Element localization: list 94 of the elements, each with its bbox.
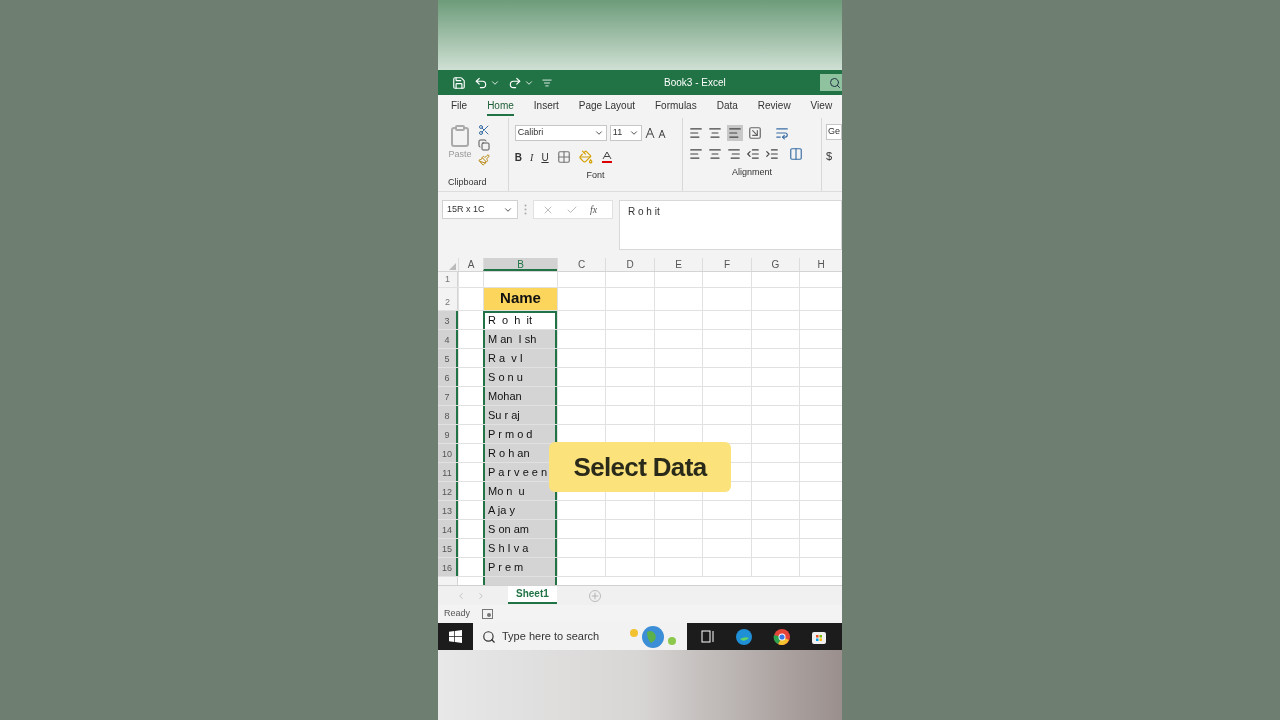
- accessibility-icon[interactable]: [482, 609, 493, 619]
- table-cell: Mo n u: [483, 482, 557, 500]
- globe-icon: [628, 624, 678, 649]
- align-right-icon[interactable]: [727, 147, 741, 161]
- table-cell: P r e m: [483, 558, 557, 576]
- ribbon-tab[interactable]: File: [451, 97, 468, 116]
- wrap-text-icon[interactable]: [775, 125, 789, 140]
- font-color-icon[interactable]: [600, 151, 613, 163]
- table-cell: S on am: [483, 520, 557, 538]
- undo-icon[interactable]: [474, 75, 488, 90]
- number-format-field[interactable]: Ge: [826, 124, 842, 140]
- table-cell: P r m o d: [483, 425, 557, 443]
- formula-field[interactable]: R o h it: [619, 200, 842, 250]
- table-cell: S o n u: [483, 368, 557, 386]
- table-cell: R a v I: [483, 349, 557, 367]
- ribbon-tab[interactable]: Home: [487, 97, 514, 116]
- status-text: Ready: [444, 607, 470, 621]
- column-header[interactable]: F: [702, 258, 751, 271]
- row-header[interactable]: 1: [438, 272, 458, 287]
- customize-icon[interactable]: [542, 77, 552, 88]
- row-header[interactable]: 5: [438, 349, 458, 367]
- currency-button[interactable]: $: [826, 147, 842, 164]
- borders-icon[interactable]: [556, 150, 571, 164]
- column-header[interactable]: B: [483, 258, 557, 271]
- column-header[interactable]: D: [605, 258, 654, 271]
- align-left-icon[interactable]: [689, 147, 703, 161]
- row-header[interactable]: 4: [438, 330, 458, 348]
- ribbon-tab[interactable]: Formulas: [655, 97, 697, 116]
- caret-icon[interactable]: [628, 128, 639, 138]
- row-header[interactable]: 10: [438, 444, 458, 462]
- merge-icon[interactable]: [789, 147, 803, 161]
- row-header[interactable]: 14: [438, 520, 458, 538]
- cut-icon[interactable]: [478, 124, 490, 136]
- row-header[interactable]: 7: [438, 387, 458, 405]
- group-label: Alignment: [730, 166, 773, 178]
- search-icon[interactable]: [829, 76, 841, 89]
- save-icon[interactable]: [452, 75, 466, 90]
- sheet-tab[interactable]: Sheet1: [508, 585, 557, 604]
- table-cell: Name: [483, 288, 557, 310]
- paste-icon[interactable]: [448, 124, 472, 148]
- ribbon-tab[interactable]: Page Layout: [578, 97, 635, 116]
- table-cell: A ja y: [483, 501, 557, 519]
- column-header[interactable]: E: [654, 258, 702, 271]
- bold-button[interactable]: B: [514, 149, 523, 165]
- ribbon-tab[interactable]: Review: [757, 97, 791, 116]
- column-header[interactable]: H: [799, 258, 842, 271]
- row-header[interactable]: 15: [438, 539, 458, 557]
- group-label: Clipboard: [448, 176, 488, 188]
- search-icon: [482, 629, 496, 644]
- align-bottom-icon[interactable]: [728, 125, 742, 140]
- ribbon-tab[interactable]: Insert: [533, 97, 559, 116]
- table-cell: R o h it: [483, 311, 557, 329]
- row-header[interactable]: 2: [438, 288, 458, 310]
- browser-icon[interactable]: [735, 627, 753, 646]
- redo-icon[interactable]: [508, 75, 522, 90]
- group-label: Font: [585, 169, 606, 181]
- font-name-field[interactable]: Calibri: [514, 125, 607, 141]
- row-header[interactable]: 12: [438, 482, 458, 500]
- insert-function-button[interactable]: fx: [590, 202, 598, 217]
- italic-button[interactable]: I: [530, 149, 534, 165]
- table-cell: S h I v a: [483, 539, 557, 557]
- decrease-indent-icon[interactable]: [746, 147, 760, 161]
- name-box[interactable]: 15R x 1C: [442, 200, 518, 219]
- caption-label: Select Data: [549, 442, 731, 492]
- align-center-icon[interactable]: [708, 147, 722, 161]
- column-header[interactable]: G: [751, 258, 799, 271]
- increase-indent-icon[interactable]: [765, 147, 779, 161]
- orientation-icon[interactable]: [748, 125, 762, 140]
- fill-color-icon[interactable]: [578, 150, 593, 164]
- windows-start-icon[interactable]: [449, 630, 462, 643]
- column-header[interactable]: C: [557, 258, 605, 271]
- taskbar-search-field[interactable]: Type here to search: [473, 623, 687, 650]
- row-header[interactable]: 11: [438, 463, 458, 481]
- format-painter-icon[interactable]: [478, 154, 490, 166]
- browser-icon[interactable]: [773, 627, 791, 646]
- row-header[interactable]: 8: [438, 406, 458, 424]
- font-size-field[interactable]: 11: [609, 125, 642, 141]
- row-header[interactable]: 13: [438, 501, 458, 519]
- row-header[interactable]: 9: [438, 425, 458, 443]
- row-header[interactable]: 3: [438, 311, 458, 329]
- align-top-icon[interactable]: [689, 125, 703, 140]
- ribbon-tab[interactable]: View: [810, 97, 833, 116]
- table-cell: Mohan: [483, 387, 557, 405]
- row-header[interactable]: 6: [438, 368, 458, 386]
- table-cell: Su r aj: [483, 406, 557, 424]
- underline-button[interactable]: U: [541, 149, 549, 165]
- copy-icon[interactable]: [478, 139, 490, 151]
- task-view-icon[interactable]: [701, 630, 715, 643]
- window-title: Book3 - Excel: [664, 76, 726, 90]
- caret-icon[interactable]: [593, 128, 604, 138]
- ribbon-tab[interactable]: Data: [716, 97, 738, 116]
- table-cell: M an I sh: [483, 330, 557, 348]
- row-header[interactable]: 16: [438, 558, 458, 576]
- align-middle-icon[interactable]: [708, 125, 722, 140]
